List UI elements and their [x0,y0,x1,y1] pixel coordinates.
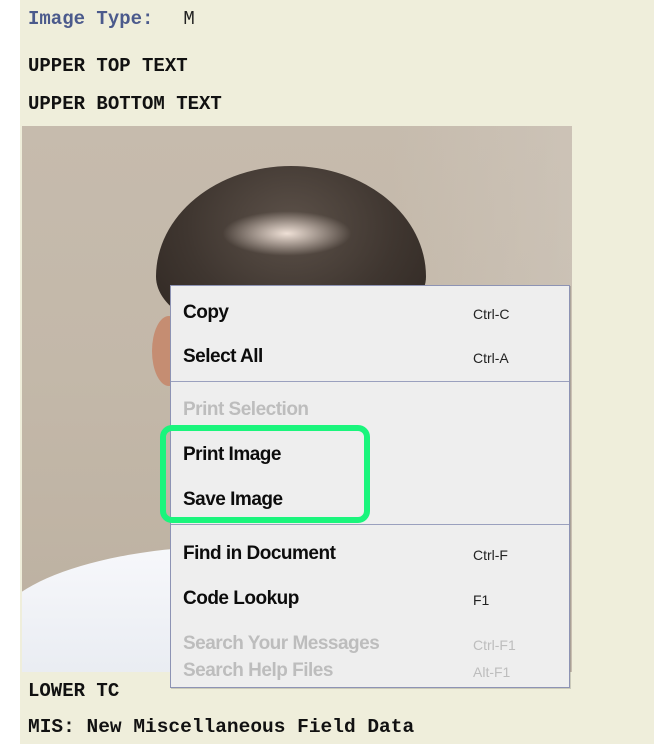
menu-item-shortcut: Ctrl-A [473,350,509,366]
menu-separator [171,524,569,525]
menu-item-shortcut: Ctrl-C [473,306,510,322]
image-type-value: M [183,8,195,30]
upper-bottom-text: UPPER BOTTOM TEXT [28,93,222,115]
highlight-box [160,425,370,523]
menu-item-find-in-document[interactable]: Find in Document Ctrl-F [171,533,569,573]
menu-item-label: Select All [183,346,263,367]
menu-item-code-lookup[interactable]: Code Lookup F1 [171,578,569,618]
menu-item-print-selection: Print Selection [171,389,569,429]
menu-item-shortcut: F1 [473,592,490,608]
menu-item-select-all[interactable]: Select All Ctrl-A [171,336,569,376]
menu-item-copy[interactable]: Copy Ctrl-C [171,292,569,332]
menu-item-label: Search Help Files [183,660,333,681]
menu-item-shortcut: Ctrl-F [473,547,508,563]
menu-item-label: Print Selection [183,399,309,420]
mis-field-text: MIS: New Miscellaneous Field Data [28,716,415,738]
menu-item-shortcut: Alt-F1 [473,664,511,680]
menu-item-search-help-files: Search Help Files Alt-F1 [171,650,569,690]
photo-forehead [222,211,352,256]
lower-top-text: LOWER TC [28,680,120,702]
menu-item-label: Code Lookup [183,588,299,609]
menu-item-label: Find in Document [183,543,336,564]
menu-separator [171,381,569,382]
upper-top-text: UPPER TOP TEXT [28,55,188,77]
image-type-row: Image Type: M [28,8,195,30]
image-type-label: Image Type: [28,8,154,30]
menu-item-label: Copy [183,302,229,323]
